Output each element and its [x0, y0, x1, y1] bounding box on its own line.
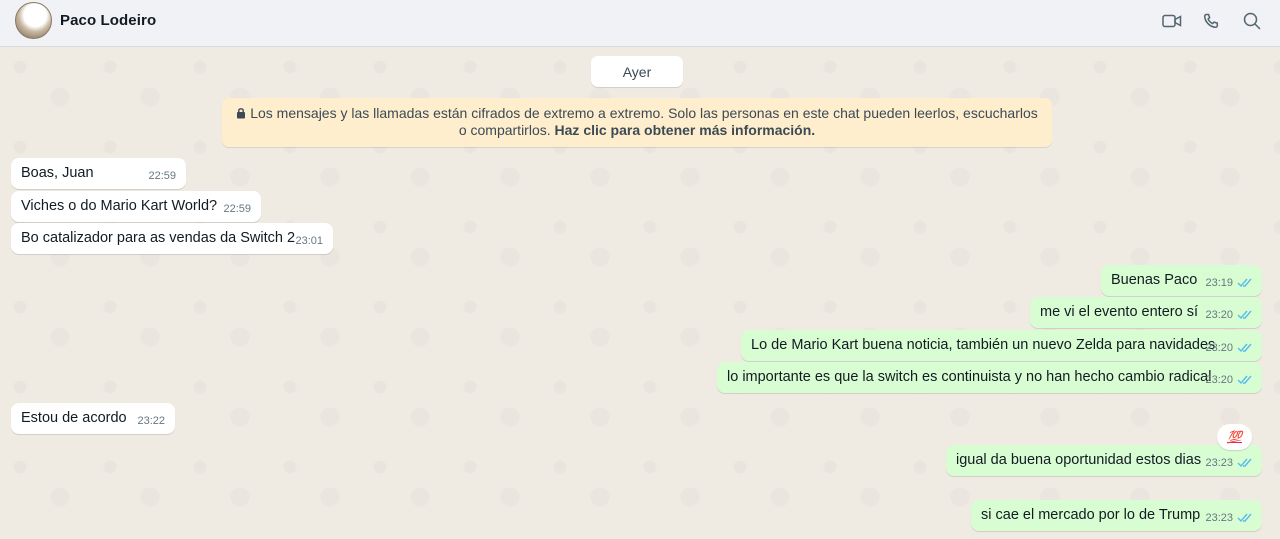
- message-text: Lo de Mario Kart buena noticia, también …: [751, 337, 1216, 353]
- read-ticks-icon: [1237, 343, 1252, 353]
- message-bubble-outgoing[interactable]: lo importante es que la switch es contin…: [717, 362, 1262, 393]
- message-bubble-outgoing[interactable]: Buenas Paco 23:19: [1101, 265, 1262, 296]
- message-bubble-incoming[interactable]: Bo catalizador para as vendas da Switch …: [11, 223, 333, 254]
- message-time: 23:22: [137, 415, 165, 427]
- search-icon[interactable]: [1241, 11, 1263, 31]
- message-bubble-outgoing[interactable]: igual da buena oportunidad estos dias 23…: [946, 445, 1262, 476]
- message-text: igual da buena oportunidad estos dias: [956, 452, 1202, 468]
- read-ticks-icon: [1237, 513, 1252, 523]
- message-time: 22:59: [223, 203, 251, 215]
- chat-messages-area[interactable]: Ayer Los mensajes y las llamadas están c…: [0, 47, 1280, 539]
- lock-icon: [236, 106, 246, 122]
- message-time: 22:59: [148, 170, 176, 182]
- message-time: 23:01: [295, 235, 323, 247]
- message-bubble-outgoing[interactable]: Lo de Mario Kart buena noticia, también …: [741, 330, 1262, 361]
- encryption-notice[interactable]: Los mensajes y las llamadas están cifrad…: [222, 98, 1052, 147]
- voice-call-icon[interactable]: [1200, 11, 1222, 31]
- date-separator: Ayer: [591, 56, 683, 87]
- message-bubble-incoming[interactable]: Boas, Juan 22:59: [11, 158, 186, 189]
- message-time: 23:23: [1205, 457, 1233, 469]
- read-ticks-icon: [1237, 458, 1252, 468]
- message-bubble-outgoing[interactable]: me vi el evento entero sí 23:20: [1030, 297, 1262, 328]
- contact-name[interactable]: Paco Lodeiro: [60, 12, 156, 29]
- message-text: Bo catalizador para as vendas da Switch …: [21, 230, 296, 246]
- message-text: si cae el mercado por lo de Trump: [981, 507, 1201, 523]
- message-time: 23:20: [1205, 342, 1233, 354]
- message-time: 23:20: [1205, 374, 1233, 386]
- message-text: Boas, Juan: [21, 165, 94, 181]
- message-text: lo importante es que la switch es contin…: [727, 369, 1212, 385]
- message-bubble-incoming[interactable]: Estou de acordo 23:22: [11, 403, 175, 434]
- message-text: Estou de acordo: [21, 410, 127, 426]
- message-bubble-outgoing[interactable]: si cae el mercado por lo de Trump 23:23: [971, 500, 1262, 531]
- chat-header: Paco Lodeiro: [0, 0, 1280, 47]
- message-time: 23:19: [1205, 277, 1233, 289]
- read-ticks-icon: [1237, 310, 1252, 320]
- message-text: Viches o do Mario Kart World?: [21, 198, 218, 214]
- read-ticks-icon: [1237, 375, 1252, 385]
- contact-avatar[interactable]: [15, 2, 52, 39]
- message-time: 23:23: [1205, 512, 1233, 524]
- message-text: me vi el evento entero sí: [1040, 304, 1198, 320]
- video-call-icon[interactable]: [1161, 11, 1183, 31]
- message-text: Buenas Paco: [1111, 272, 1198, 288]
- read-ticks-icon: [1237, 278, 1252, 288]
- message-bubble-incoming[interactable]: Viches o do Mario Kart World? 22:59: [11, 191, 261, 222]
- encryption-info-link[interactable]: Haz clic para obtener más información.: [555, 122, 816, 138]
- message-reaction[interactable]: 💯: [1217, 424, 1252, 450]
- message-time: 23:20: [1205, 309, 1233, 321]
